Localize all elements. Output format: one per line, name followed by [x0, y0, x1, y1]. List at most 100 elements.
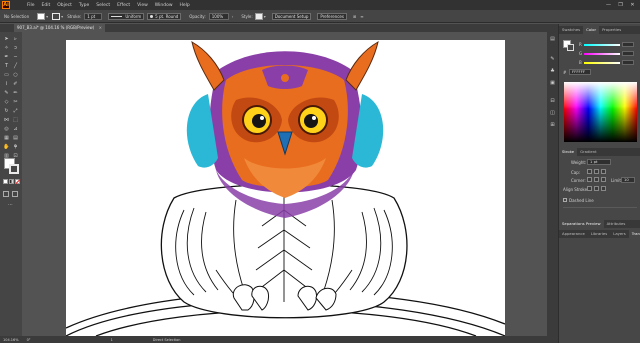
slider-g-track[interactable] [584, 52, 620, 55]
arrange-icon[interactable]: ⊞ [353, 14, 356, 19]
menu-object[interactable]: Object [57, 3, 72, 8]
chevron-down-icon[interactable]: ▾ [46, 14, 48, 19]
menu-view[interactable]: View [137, 3, 148, 8]
slider-r[interactable]: R [579, 42, 634, 47]
shaper-tool-icon[interactable]: ✎ [3, 90, 10, 97]
artboard-number[interactable]: 1 [111, 338, 113, 342]
slider-r-value[interactable] [622, 42, 634, 47]
paintbrush-tool-icon[interactable]: ⌇ [3, 81, 10, 88]
ellipse-tool-icon[interactable]: ○ [12, 72, 19, 79]
stroke-profile-select[interactable]: Uniform [108, 12, 145, 20]
width-tool-icon[interactable]: ⋈ [3, 117, 10, 124]
tab-appearance[interactable]: Appearance [559, 230, 588, 238]
stroke-color-swatch[interactable] [9, 164, 19, 174]
slider-r-track[interactable] [584, 43, 620, 46]
gradient-mode-swatch[interactable] [9, 179, 14, 184]
draw-normal-icon[interactable] [3, 191, 9, 197]
mesh-tool-icon[interactable]: ▦ [3, 135, 10, 142]
tab-attributes[interactable]: Attributes [604, 220, 629, 228]
round-cap-button[interactable] [594, 169, 599, 174]
tab-properties[interactable]: Properties [599, 26, 624, 34]
brushes-panel-icon[interactable]: ✎ [549, 56, 556, 63]
slider-b[interactable]: B [579, 60, 634, 65]
more-tools-icon[interactable]: ⋯ [7, 202, 14, 209]
slider-b-track[interactable] [584, 61, 620, 64]
graphic-styles-panel-icon[interactable]: ▣ [549, 80, 556, 87]
dashed-line-checkbox[interactable] [563, 198, 567, 202]
opacity-field[interactable]: 100% [208, 12, 229, 20]
close-button[interactable]: ✕ [628, 1, 637, 9]
chevron-right-icon[interactable]: › [232, 14, 234, 19]
chevron-down-icon[interactable]: ▾ [61, 14, 63, 19]
stroke-label[interactable]: Stroke: [67, 14, 81, 19]
blob-brush-tool-icon[interactable]: ✐ [12, 81, 19, 88]
tab-stroke[interactable]: Stroke [559, 148, 578, 156]
tab-color[interactable]: Color [583, 26, 600, 34]
document-tab[interactable]: 907_B3.ai* @ 104.16 % (RGB/Preview) × [14, 24, 105, 32]
rotate-view-angle[interactable]: 0° [27, 338, 31, 342]
free-transform-tool-icon[interactable]: ⬚ [12, 117, 19, 124]
zoom-level[interactable]: 104.16% [3, 338, 19, 342]
tab-gradient[interactable]: Gradient [577, 148, 600, 156]
maximize-button[interactable]: ❐ [616, 1, 625, 9]
line-tool-icon[interactable]: ╱ [12, 63, 19, 70]
rotate-tool-icon[interactable]: ↻ [3, 108, 10, 115]
scissors-tool-icon[interactable]: ✂ [12, 99, 19, 106]
none-mode-swatch[interactable] [15, 179, 21, 184]
style-swatch[interactable] [254, 12, 263, 20]
close-tab-icon[interactable]: × [99, 25, 102, 30]
gradient-tool-icon[interactable]: ▤ [12, 135, 19, 142]
menu-help[interactable]: Help [180, 3, 190, 8]
pencil-tool-icon[interactable]: ✏ [12, 90, 19, 97]
stroke-weight-field[interactable]: 1 pt [84, 12, 103, 20]
align-outside-button[interactable] [601, 186, 606, 191]
direct-selection-tool-icon[interactable]: ▹ [12, 36, 19, 43]
projecting-cap-button[interactable] [601, 169, 606, 174]
menu-type[interactable]: Type [79, 3, 89, 8]
brush-select[interactable]: 5 pt. Round [147, 12, 182, 20]
round-join-button[interactable] [594, 177, 599, 182]
minimize-button[interactable]: — [604, 1, 613, 9]
tab-layers[interactable]: Layers [610, 230, 629, 238]
screen-mode-icon[interactable] [12, 191, 18, 197]
preferences-button[interactable]: Preferences [317, 12, 347, 20]
chevron-down-icon[interactable]: ▾ [264, 14, 266, 19]
document-setup-button[interactable]: Document Setup [271, 12, 312, 20]
bevel-join-button[interactable] [601, 177, 606, 182]
perspective-grid-tool-icon[interactable]: ⊿ [12, 126, 19, 133]
symbols-panel-icon[interactable]: ♣ [549, 68, 556, 75]
weight-field[interactable]: 1 pt [587, 159, 611, 165]
menu-effect[interactable]: Effect [117, 3, 130, 8]
menu-select[interactable]: Select [96, 3, 110, 8]
magic-wand-tool-icon[interactable]: ✧ [3, 45, 10, 52]
rectangle-tool-icon[interactable]: ▭ [3, 72, 10, 79]
slider-g-value[interactable] [622, 51, 634, 56]
color-mode-swatch[interactable] [3, 179, 8, 184]
libraries-panel-icon[interactable]: ▤ [549, 36, 556, 43]
curvature-tool-icon[interactable]: ∽ [12, 54, 19, 61]
eraser-tool-icon[interactable]: ◇ [3, 99, 10, 106]
more-options-icon[interactable]: ≡ [360, 14, 363, 19]
menu-file[interactable]: File [27, 3, 35, 8]
type-tool-icon[interactable]: T [3, 63, 10, 70]
color-spectrum[interactable] [564, 82, 637, 142]
align-inside-button[interactable] [594, 186, 599, 191]
hex-field[interactable]: FFFFFF [569, 69, 591, 75]
pathfinder-panel-icon[interactable]: ◫ [549, 110, 556, 117]
scale-tool-icon[interactable]: ⤢ [12, 108, 19, 115]
selection-tool-icon[interactable]: ➤ [3, 36, 10, 43]
miter-join-button[interactable] [587, 177, 592, 182]
align-panel-icon[interactable]: ⊟ [549, 98, 556, 105]
menu-window[interactable]: Window [155, 3, 173, 8]
transform-panel-icon[interactable]: ⊞ [549, 122, 556, 129]
slider-b-value[interactable] [622, 60, 634, 65]
opacity-label[interactable]: Opacity: [189, 14, 205, 19]
lasso-tool-icon[interactable]: ↄ [12, 45, 19, 52]
artboard[interactable] [66, 40, 505, 336]
zoom-tool-icon[interactable]: ⚲ [12, 144, 19, 151]
color-stroke-swatch[interactable] [567, 44, 574, 51]
tab-separations-preview[interactable]: Separations Preview [559, 220, 604, 228]
canvas-area[interactable] [22, 32, 558, 336]
slider-g[interactable]: G [579, 51, 634, 56]
hand-tool-icon[interactable]: ✋ [3, 144, 10, 151]
